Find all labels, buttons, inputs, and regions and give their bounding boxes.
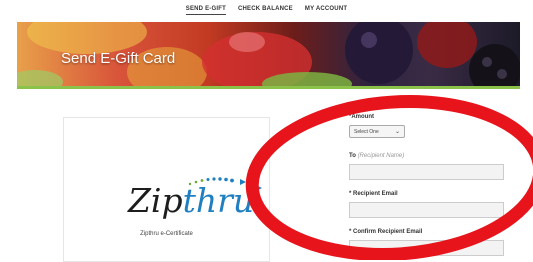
red-circle-annotation [245, 95, 533, 260]
